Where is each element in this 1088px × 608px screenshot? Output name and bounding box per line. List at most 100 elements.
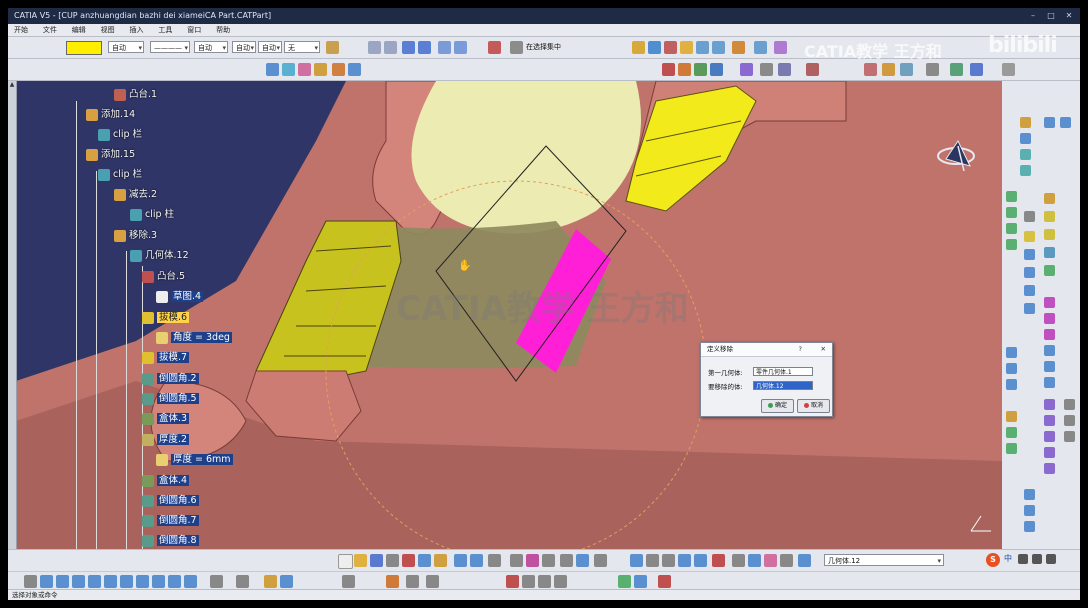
- ime-logo-icon[interactable]: S: [986, 553, 1000, 567]
- pad-tool-icon[interactable]: [662, 63, 675, 76]
- menu-window[interactable]: 窗口: [181, 24, 207, 36]
- analysis-icon[interactable]: [236, 575, 249, 588]
- tree-node[interactable]: clip 栏: [98, 167, 142, 183]
- wireframe-icon[interactable]: [1044, 117, 1055, 128]
- formula-icon[interactable]: [510, 554, 523, 567]
- hide-show-icon[interactable]: [732, 41, 745, 54]
- dimension-icon[interactable]: [332, 63, 345, 76]
- circ-pattern-tool-icon[interactable]: [1006, 363, 1017, 374]
- line-tool-icon-2[interactable]: [1024, 211, 1035, 222]
- thickness-tool-icon[interactable]: [950, 63, 963, 76]
- plane-tool-icon[interactable]: [1020, 133, 1031, 144]
- swap-icon[interactable]: [748, 554, 761, 567]
- tree-node-selected[interactable]: 拔模.6: [142, 310, 190, 326]
- tree-node[interactable]: 几何体.12: [130, 248, 189, 264]
- pocket-icon[interactable]: [522, 575, 535, 588]
- replace-face-icon[interactable]: [1044, 377, 1055, 388]
- tree-node[interactable]: clip 柱: [130, 207, 174, 223]
- zoom-in-icon-2[interactable]: [88, 575, 101, 588]
- part-design-icon[interactable]: [632, 41, 645, 54]
- split-tool-icon[interactable]: [1002, 63, 1015, 76]
- undo-icon-2[interactable]: [454, 554, 467, 567]
- hide-icon[interactable]: [764, 554, 777, 567]
- undo-icon[interactable]: [368, 41, 381, 54]
- zoom-icon[interactable]: [454, 41, 467, 54]
- tool-icon-a[interactable]: [1064, 399, 1075, 410]
- translate-tool-icon[interactable]: [1024, 249, 1035, 260]
- pocket-tool-icon[interactable]: [678, 63, 691, 76]
- tree-node[interactable]: 草图.4: [156, 289, 204, 305]
- chamfer-tool-icon-2[interactable]: [1044, 229, 1055, 240]
- normal-view-icon-2[interactable]: [120, 575, 133, 588]
- print-icon[interactable]: [386, 554, 399, 567]
- fly-icon[interactable]: [630, 554, 643, 567]
- shell-tool-icon[interactable]: [926, 63, 939, 76]
- annotation-icon[interactable]: [1024, 505, 1035, 516]
- sectioning-icon[interactable]: [798, 554, 811, 567]
- axis-icon[interactable]: [488, 41, 501, 54]
- draft-angle-icon[interactable]: [1044, 247, 1055, 258]
- close-surface-icon[interactable]: [1044, 329, 1055, 340]
- surface-icon[interactable]: [1060, 117, 1071, 128]
- ime-keyboard-icon[interactable]: [1046, 554, 1056, 564]
- table-icon[interactable]: [560, 554, 573, 567]
- ime-punct-icon[interactable]: [1018, 554, 1028, 564]
- chamfer-tool-icon[interactable]: [882, 63, 895, 76]
- thickness-combo[interactable]: 自动: [194, 41, 228, 54]
- grid-icon[interactable]: [266, 63, 279, 76]
- apply-material-icon-2[interactable]: [264, 575, 277, 588]
- knowledge-icon[interactable]: [526, 554, 539, 567]
- user-pattern-tool-icon[interactable]: [1006, 379, 1017, 390]
- dialog-close-button[interactable]: ✕: [821, 343, 826, 356]
- symmetry-tool-icon[interactable]: [1024, 285, 1035, 296]
- union-trim-tool-icon[interactable]: [1006, 239, 1017, 250]
- tree-scrollbar[interactable]: ▲: [8, 81, 17, 549]
- ime-mic-icon[interactable]: [1032, 554, 1042, 564]
- painter-icon[interactable]: [326, 41, 339, 54]
- current-body-combo[interactable]: 几何体.12: [824, 554, 944, 567]
- swap-space-icon[interactable]: [184, 575, 197, 588]
- hole-tool-icon[interactable]: [740, 63, 753, 76]
- constraint-icon[interactable]: [314, 63, 327, 76]
- whats-this-icon[interactable]: [488, 554, 501, 567]
- shading-icon-2[interactable]: [152, 575, 165, 588]
- menu-view[interactable]: 视图: [95, 24, 121, 36]
- ok-button[interactable]: 确定: [761, 399, 794, 413]
- assemble-tool-icon[interactable]: [1006, 207, 1017, 218]
- menu-edit[interactable]: 编辑: [66, 24, 92, 36]
- intersect-body-icon[interactable]: [1044, 447, 1055, 458]
- menu-start[interactable]: 开始: [8, 24, 34, 36]
- fillet-tool-icon[interactable]: [864, 63, 877, 76]
- dialog-help-button[interactable]: ?: [799, 343, 802, 356]
- multi-view-icon[interactable]: [694, 554, 707, 567]
- dress-up-icon[interactable]: [1044, 193, 1055, 204]
- redo-icon[interactable]: [384, 41, 397, 54]
- material-icon[interactable]: [664, 41, 677, 54]
- save-icon[interactable]: [370, 554, 383, 567]
- tree-node[interactable]: 凸台.5: [142, 269, 185, 285]
- cancel-button[interactable]: 取消: [797, 399, 830, 413]
- tree-node[interactable]: 盒体.4: [142, 473, 190, 489]
- scale-tool-icon[interactable]: [1006, 411, 1017, 422]
- menu-help[interactable]: 帮助: [210, 24, 236, 36]
- stiffener-tool-icon[interactable]: [806, 63, 819, 76]
- menu-tools[interactable]: 工具: [152, 24, 178, 36]
- cut-icon[interactable]: [402, 554, 415, 567]
- boolean-tool-icon[interactable]: [1006, 191, 1017, 202]
- fill-color-swatch[interactable]: [66, 41, 102, 55]
- groove-icon[interactable]: [554, 575, 567, 588]
- select-icon[interactable]: [24, 575, 37, 588]
- zoom-in-icon[interactable]: [646, 554, 659, 567]
- tree-node[interactable]: 角度 = 3deg: [156, 330, 232, 346]
- sketch-tool-icon[interactable]: [1020, 117, 1031, 128]
- render-style-icon[interactable]: [732, 554, 745, 567]
- apply-material-icon[interactable]: [1024, 489, 1035, 500]
- measure-icon-2[interactable]: [210, 575, 223, 588]
- layer-combo[interactable]: 自动: [232, 41, 256, 54]
- plane-icon[interactable]: [406, 575, 419, 588]
- auto-constraint-icon[interactable]: [348, 63, 361, 76]
- rotate-icon[interactable]: [418, 41, 431, 54]
- tree-node[interactable]: 添加.15: [86, 147, 135, 163]
- tree-node[interactable]: 凸台.1: [114, 87, 157, 103]
- show-icon[interactable]: [780, 554, 793, 567]
